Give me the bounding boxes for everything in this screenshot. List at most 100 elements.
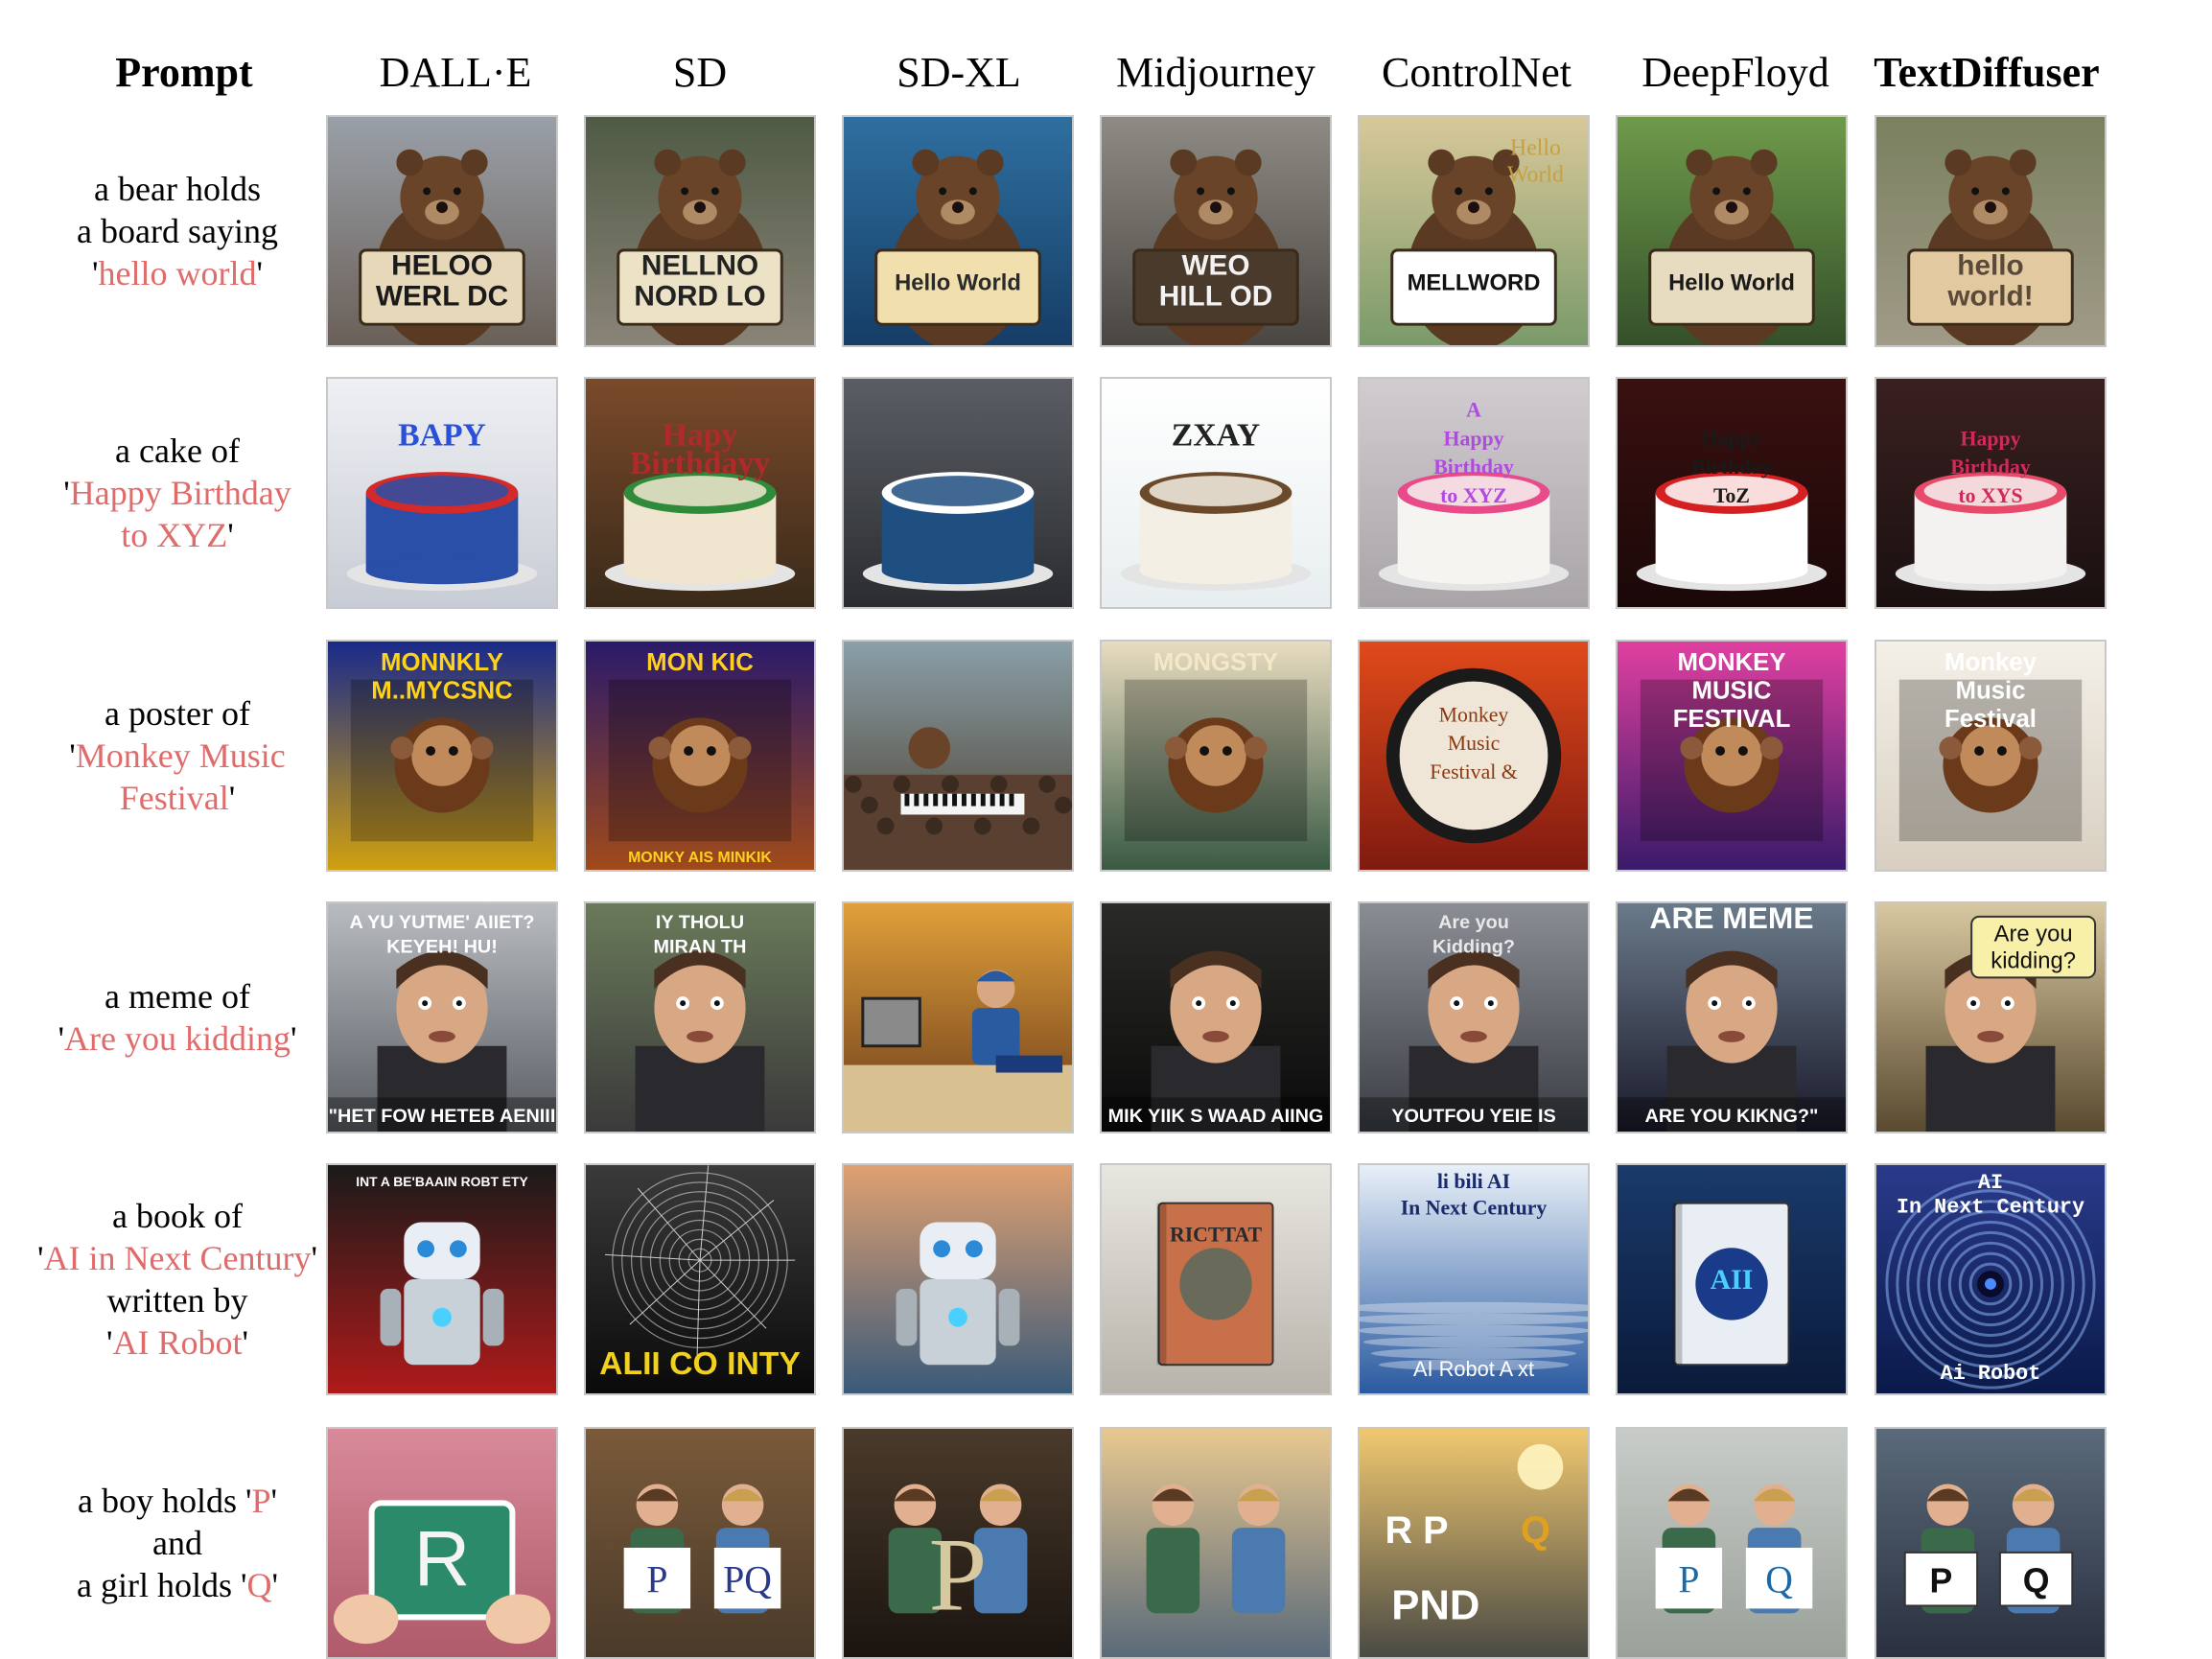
svg-text:PQ: PQ — [723, 1559, 772, 1601]
svg-text:hello: hello — [1957, 250, 2023, 282]
generated-image-sd-xl — [842, 1163, 1074, 1395]
svg-text:ARE MEME: ARE MEME — [1650, 903, 1814, 935]
svg-text:Hello World: Hello World — [895, 269, 1021, 295]
generated-image-sd: NELLNO NORD LO — [584, 115, 816, 347]
generated-image-controlnet: Monkey Music Festival & — [1358, 640, 1590, 872]
svg-text:M..MYCSNC: M..MYCSNC — [371, 678, 512, 705]
image-thumbnail: Happy Birthday ToZ — [1618, 379, 1846, 607]
image-thumbnail: AIIn Next Century Ai Robot — [1876, 1165, 2105, 1393]
prompt-quote: ' — [311, 1239, 317, 1277]
prompt-line: 'AI Robot' — [106, 1321, 248, 1364]
prompt-highlight-text: Monkey Music — [75, 736, 286, 775]
svg-text:A YU YUTME' AIIET?: A YU YUTME' AIIET? — [349, 912, 534, 933]
svg-text:kidding?: kidding? — [1991, 947, 2076, 973]
generated-image-sd: IY THOLU MIRAN TH — [584, 901, 816, 1133]
prompt-line: a bear holds — [94, 170, 261, 208]
svg-text:Q: Q — [1521, 1509, 1550, 1552]
svg-text:Birthdayy: Birthdayy — [630, 446, 770, 481]
generated-image-controlnet: R P PND Q — [1358, 1427, 1590, 1659]
svg-text:In Next Century: In Next Century — [1401, 1197, 1548, 1220]
generated-image-dall-e: R — [326, 1427, 558, 1659]
column-header-3: SD-XL — [896, 49, 1021, 96]
generated-image-controlnet: Are you Kidding? YOUTFOU YEIE IS — [1358, 901, 1590, 1133]
generated-image-sd: P PQ — [584, 1427, 816, 1659]
prompt-quote: ' — [290, 1019, 297, 1058]
image-thumbnail: R P PND Q — [1360, 1429, 1588, 1657]
svg-text:world!: world! — [1946, 280, 2033, 312]
image-thumbnail: PQ — [1876, 1429, 2105, 1657]
image-thumbnail: helloworld! — [1876, 117, 2105, 345]
prompt-line: a meme of — [105, 977, 250, 1016]
svg-text:MELLWORD: MELLWORD — [1408, 269, 1541, 295]
prompt-line: to XYZ' — [121, 514, 234, 556]
image-thumbnail: A Happy Birthday to XYZ — [1360, 379, 1588, 607]
prompt-cell: a boy holds 'P' and a girl holds 'Q' — [0, 1427, 355, 1659]
prompt-line: 'Are you kidding' — [58, 1017, 297, 1060]
prompt-highlight-text: AI in Next Century — [43, 1239, 312, 1277]
image-thumbnail — [1102, 1429, 1330, 1657]
svg-text:INT A BE'BAAIN ROBT ETY: INT A BE'BAAIN ROBT ETY — [356, 1174, 528, 1189]
svg-text:AI: AI — [1978, 1171, 2003, 1195]
image-thumbnail — [844, 903, 1072, 1132]
svg-text:WEO: WEO — [1181, 250, 1249, 282]
svg-text:MIRAN TH: MIRAN TH — [654, 937, 747, 958]
image-thumbnail: MONGSTY — [1102, 642, 1330, 870]
svg-text:Monkey: Monkey — [1439, 703, 1509, 726]
generated-image-midjourney — [1100, 1427, 1332, 1659]
generated-image-deepfloyd: MONKEY MUSIC FESTIVAL — [1616, 640, 1848, 872]
svg-text:FESTIVAL: FESTIVAL — [1673, 706, 1791, 733]
svg-text:ARE YOU KIKNG?": ARE YOU KIKNG?" — [1645, 1106, 1819, 1127]
generated-image-midjourney: RICTTAT — [1100, 1163, 1332, 1395]
generated-image-deepfloyd: Hello World — [1616, 115, 1848, 347]
column-header-7: TextDiffuser — [1874, 49, 2100, 96]
column-header-5: ControlNet — [1382, 49, 1572, 96]
prompt-quote: ' — [270, 1482, 278, 1520]
generated-image-dall-e: MONNKLY M..MYCSNC — [326, 640, 558, 872]
svg-text:R P: R P — [1385, 1509, 1448, 1552]
prompt-cell: a bear holds a board saying'hello world' — [0, 115, 355, 347]
image-thumbnail: MON KIC MONKY AIS MINKIK — [586, 642, 814, 870]
svg-text:BAPY: BAPY — [398, 417, 486, 453]
image-thumbnail: AII — [1618, 1165, 1846, 1393]
generated-image-dall-e: A YU YUTME' AIIET? KEYEH! HU! "HET FOW HET… — [326, 901, 558, 1133]
svg-text:Are you: Are you — [1994, 922, 2073, 947]
column-header-0: Prompt — [115, 49, 253, 96]
image-thumbnail: ALII CO INTY — [586, 1165, 814, 1393]
generated-image-sd-xl — [842, 640, 1074, 872]
svg-text:ToZ: ToZ — [1713, 484, 1750, 507]
svg-text:Are you: Are you — [1438, 912, 1509, 933]
image-thumbnail: NELLNONORD LO — [586, 117, 814, 345]
generated-image-midjourney: MONGSTY — [1100, 640, 1332, 872]
svg-text:Happy: Happy — [1961, 427, 2021, 450]
column-header-6: DeepFloyd — [1642, 49, 1829, 96]
svg-text:HELOO: HELOO — [391, 250, 493, 282]
image-thumbnail: INT A BE'BAAIN ROBT ETY — [328, 1165, 556, 1393]
image-thumbnail: Are you Kidding? YOUTFOU YEIE IS — [1360, 903, 1588, 1132]
generated-image-textdiffuser: Are you kidding? — [1874, 901, 2107, 1133]
prompt-highlight-text: hello world — [98, 254, 257, 292]
svg-text:MIK YIIK S WAAD AIING: MIK YIIK S WAAD AIING — [1108, 1106, 1324, 1127]
image-thumbnail: BAPY — [328, 379, 556, 607]
prompt-line: a board saying — [77, 212, 278, 250]
image-thumbnail: P PQ — [586, 1429, 814, 1657]
prompt-quote: ' — [256, 254, 263, 292]
svg-text:li bili AI: li bili AI — [1437, 1170, 1510, 1193]
prompt-line: and — [152, 1524, 202, 1562]
svg-text:PND: PND — [1391, 1582, 1479, 1628]
prompt-line: a cake of — [115, 432, 240, 470]
svg-text:to XYS: to XYS — [1958, 484, 2022, 507]
generated-image-midjourney: MIK YIIK S WAAD AIING — [1100, 901, 1332, 1133]
prompt-cell: a cake of 'Happy Birthday to XYZ' — [0, 377, 355, 609]
svg-text:Kidding?: Kidding? — [1432, 937, 1515, 958]
prompt-line: 'hello world' — [92, 252, 263, 294]
svg-text:World: World — [1507, 162, 1564, 187]
svg-text:MONNKLY: MONNKLY — [381, 649, 503, 676]
generated-image-sd-xl — [842, 901, 1074, 1133]
svg-text:MUSIC: MUSIC — [1691, 678, 1771, 705]
generated-image-textdiffuser: Happy Birthday to XYS — [1874, 377, 2107, 609]
image-thumbnail: WEOHILL OD — [1102, 117, 1330, 345]
generated-image-dall-e: BAPY — [326, 377, 558, 609]
prompt-line: a boy holds 'P' — [78, 1480, 277, 1522]
prompt-highlight-text: Festival — [119, 779, 229, 817]
generated-image-dall-e: HELOO WERL DC — [326, 115, 558, 347]
